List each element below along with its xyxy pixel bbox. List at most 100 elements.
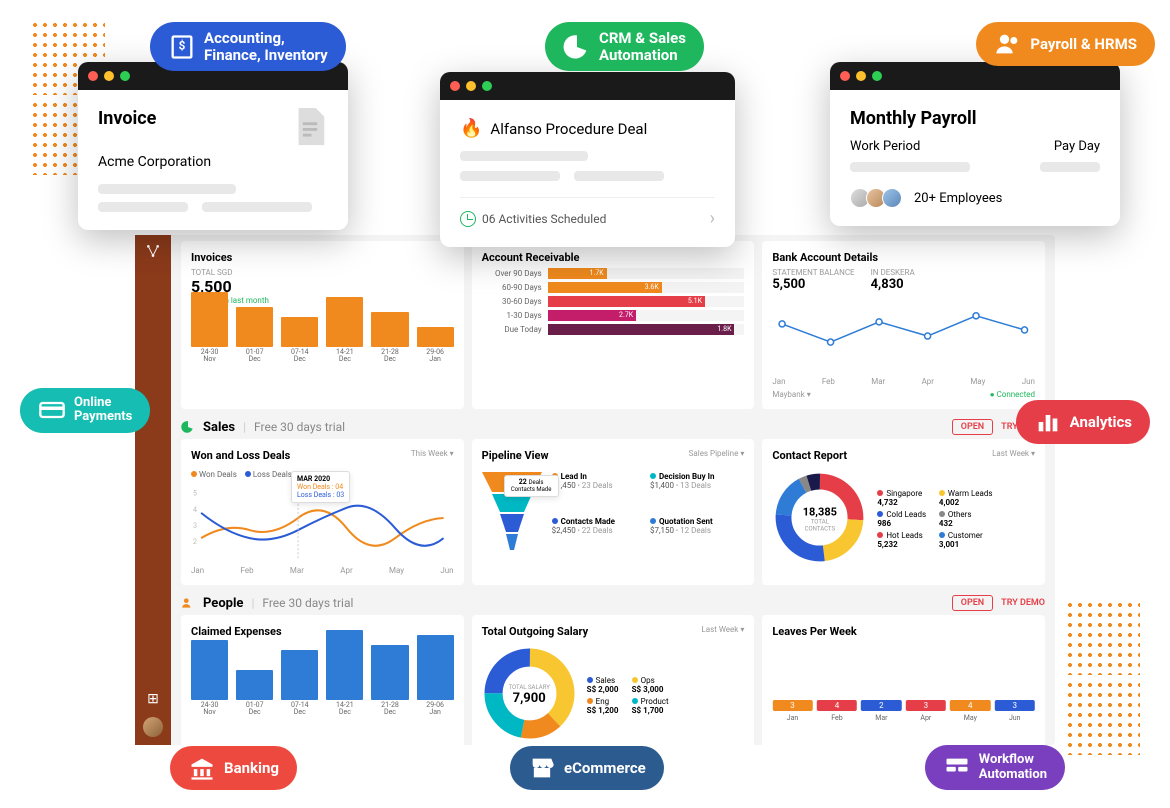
minimize-icon[interactable] xyxy=(104,71,114,81)
trend: ↑11% from last month xyxy=(191,296,454,305)
maximize-icon[interactable] xyxy=(482,81,492,91)
skeleton xyxy=(98,202,188,212)
pill-accounting[interactable]: $ Accounting, Finance, Inventory xyxy=(150,22,346,71)
donut-legend: Singapore4,732Warm Leads4,002Cold Leads9… xyxy=(877,489,992,549)
bank-dropdown[interactable]: Maybank ▾ xyxy=(772,390,810,399)
minimize-icon[interactable] xyxy=(856,71,866,81)
node-icon[interactable] xyxy=(143,241,163,261)
pill-label: Workflow Automation xyxy=(979,753,1047,782)
svg-text:2: 2 xyxy=(193,537,197,546)
pill-analytics[interactable]: Analytics xyxy=(1016,400,1150,444)
titlebar xyxy=(830,62,1120,90)
sidebar: ⊞ xyxy=(135,235,171,745)
period-dropdown[interactable]: This Week ▾ xyxy=(411,449,454,466)
card-expenses: Claimed Expenses 24-30Nov01-07Dec07-14De… xyxy=(181,615,464,745)
deal-title: Alfanso Procedure Deal xyxy=(490,120,647,138)
bar-chart: 24-30Nov01-07Dec07-14Dec14-21Dec21-28Dec… xyxy=(191,642,454,717)
card-title: Invoices xyxy=(191,251,454,264)
store-icon xyxy=(528,754,556,782)
pipeline-dropdown[interactable]: Sales Pipeline ▾ xyxy=(689,449,745,466)
svg-text:$: $ xyxy=(179,38,186,52)
invoice-title: Invoice xyxy=(98,108,156,129)
pill-label: eCommerce xyxy=(564,759,646,777)
pill-label: Payroll & HRMS xyxy=(1030,35,1137,53)
maximize-icon[interactable] xyxy=(120,71,130,81)
pill-payments[interactable]: Online Payments xyxy=(20,388,150,433)
donut-label: TOTAL SALARY xyxy=(508,684,549,691)
skeleton xyxy=(1040,162,1100,172)
card-title: Pipeline View xyxy=(482,449,549,462)
card-invoices: Invoices TOTAL SGD 5,500 ↑11% from last … xyxy=(181,241,464,409)
skeleton xyxy=(460,151,588,161)
close-icon[interactable] xyxy=(450,81,460,91)
desk-value: 4,830 xyxy=(871,277,904,292)
card-icon xyxy=(38,396,66,424)
leaves-chart: 3Jan4Feb2Mar3Apr4May3Jun xyxy=(772,642,1035,722)
pill-workflow[interactable]: Workflow Automation xyxy=(925,745,1065,790)
donut-legend: SalesS$ 2,000OpsS$ 3,000EngS$ 1,200Produ… xyxy=(587,676,669,715)
section-people: People | Free 30 days trial OPEN TRY DEM… xyxy=(181,591,1045,615)
svg-text:5: 5 xyxy=(193,489,197,498)
pill-crm[interactable]: CRM & Sales Automation xyxy=(545,22,704,71)
pie-icon xyxy=(563,33,591,61)
months-axis: JanFebMarAprMayJun xyxy=(191,566,454,575)
card-won-loss: Won and Loss Deals This Week ▾ Won Deals… xyxy=(181,439,464,585)
dotgrid xyxy=(1065,600,1140,675)
titlebar xyxy=(440,72,735,100)
clock-icon xyxy=(460,211,476,227)
card-title: Leaves Per Week xyxy=(772,625,1035,638)
card-leaves: Leaves Per Week 3Jan4Feb2Mar3Apr4May3Jun xyxy=(762,615,1045,745)
section-trial: Free 30 days trial xyxy=(262,596,353,610)
card-title: Account Receivable xyxy=(482,251,745,264)
work-period-label: Work Period xyxy=(850,139,920,154)
donut-label: TOTAL CONTACTS xyxy=(796,519,844,533)
employees-text: 20+ Employees xyxy=(914,191,1002,206)
months-axis: JanFebMarAprMayJun xyxy=(772,377,1035,386)
section-name: People xyxy=(203,596,243,611)
hbar-chart: Over 90 Days1.7K60-90 Days3.6K30-60 Days… xyxy=(482,268,745,335)
pill-label: Accounting, Finance, Inventory xyxy=(204,30,328,63)
section-trial: Free 30 days trial xyxy=(254,420,345,434)
invoice-icon: $ xyxy=(168,33,196,61)
pie-icon xyxy=(181,420,195,434)
skeleton xyxy=(202,202,312,212)
period-dropdown[interactable]: Last Week ▾ xyxy=(992,449,1035,466)
card-title: Contact Report xyxy=(772,449,847,462)
section-sales: Sales | Free 30 days trial OPEN TRY DEMO xyxy=(181,415,1045,439)
pill-ecommerce[interactable]: eCommerce xyxy=(510,746,664,790)
desk-label: IN DESKERA xyxy=(871,268,915,277)
svg-text:3: 3 xyxy=(193,521,197,530)
funnel-tooltip: 22 Deals Contacts Made xyxy=(504,475,559,497)
pill-banking[interactable]: Banking xyxy=(170,746,297,790)
avatar[interactable] xyxy=(143,717,163,737)
pill-label: Online Payments xyxy=(74,396,132,425)
line-chart xyxy=(772,294,1035,374)
apps-icon[interactable]: ⊞ xyxy=(143,689,163,709)
bars-icon xyxy=(1034,408,1062,436)
card-title: Claimed Expenses xyxy=(191,625,454,638)
window-deal: 🔥 Alfanso Procedure Deal 06 Activities S… xyxy=(440,72,735,247)
card-title: Won and Loss Deals xyxy=(191,449,290,462)
skeleton xyxy=(460,171,560,181)
open-button[interactable]: OPEN xyxy=(952,595,993,611)
pill-payroll[interactable]: Payroll & HRMS xyxy=(976,22,1155,66)
bank-icon xyxy=(188,754,216,782)
donut-total: 18,385 xyxy=(803,506,837,519)
skeleton xyxy=(574,171,664,181)
funnel-chart: 22 Deals Contacts Made xyxy=(482,472,542,557)
close-icon[interactable] xyxy=(840,71,850,81)
card-pipeline: Pipeline View Sales Pipeline ▾ 22 Deals … xyxy=(472,439,755,585)
total-value: 5,500 xyxy=(191,277,454,296)
minimize-icon[interactable] xyxy=(466,81,476,91)
period-dropdown[interactable]: Last Week ▾ xyxy=(701,625,744,642)
close-icon[interactable] xyxy=(88,71,98,81)
card-title: Bank Account Details xyxy=(772,251,1035,264)
maximize-icon[interactable] xyxy=(872,71,882,81)
flame-icon: 🔥 xyxy=(460,118,482,139)
stmt-value: 5,500 xyxy=(772,277,805,292)
try-demo-button[interactable]: TRY DEMO xyxy=(1001,598,1045,608)
card-title: Total Outgoing Salary xyxy=(482,625,589,638)
open-button[interactable]: OPEN xyxy=(952,419,993,435)
chevron-right-icon[interactable]: › xyxy=(710,208,715,229)
card-salary: Total Outgoing Salary Last Week ▾ TOTAL … xyxy=(472,615,755,745)
